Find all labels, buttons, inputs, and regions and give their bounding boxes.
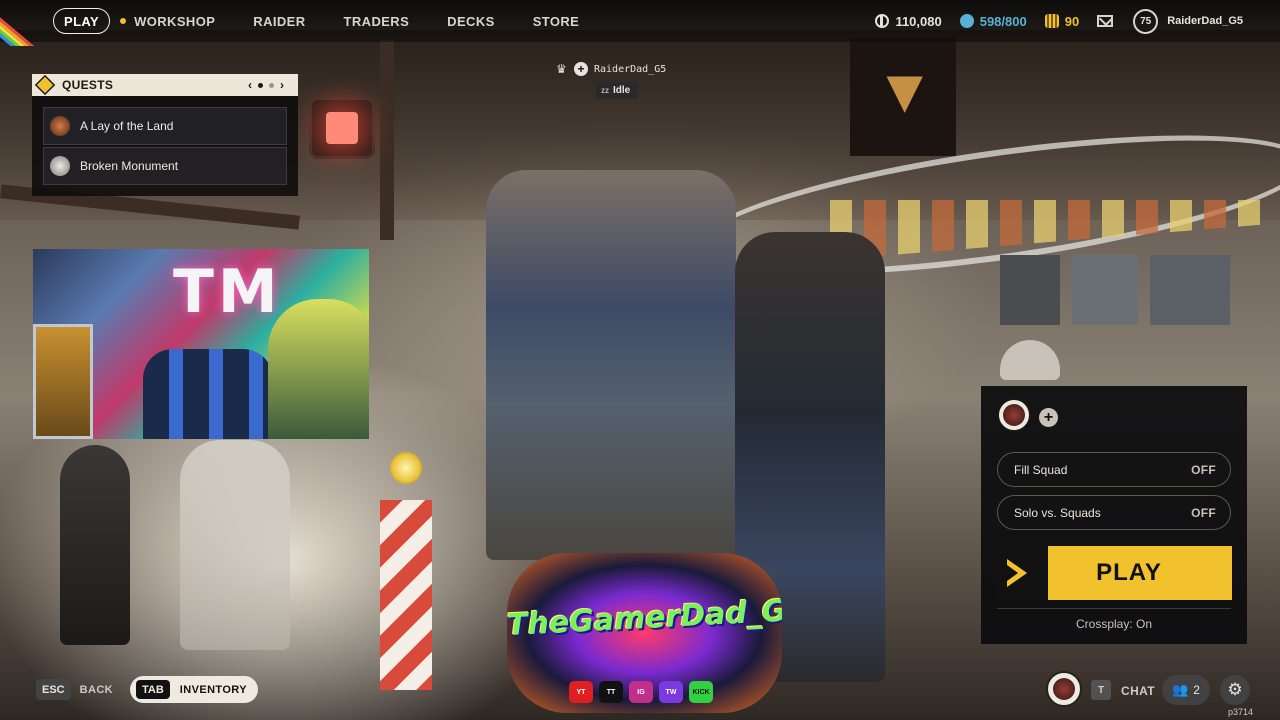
coins-value: 110,080: [895, 13, 942, 29]
scene-lamp: [390, 452, 422, 484]
friends-button[interactable]: 👥 2: [1162, 675, 1210, 705]
quest-giver-avatar: [50, 116, 70, 136]
inventory-button[interactable]: TAB INVENTORY: [130, 676, 258, 703]
nav-tab-raider[interactable]: RAIDER: [234, 8, 324, 34]
add-squad-member-button[interactable]: +: [1039, 408, 1058, 427]
key-t: T: [1091, 680, 1111, 700]
quest-item[interactable]: A Lay of the Land: [43, 107, 287, 145]
background-figure: [60, 445, 130, 645]
webcam-overlay: TM: [33, 249, 369, 439]
raider-character: [486, 170, 736, 560]
divider: [997, 608, 1231, 609]
webcam-streamer: [268, 299, 369, 439]
play-button-label: PLAY: [1096, 559, 1162, 586]
player-nameplate: ♛ + RaiderDad_G5 zz Idle: [556, 62, 666, 99]
quests-pager: ‹ ›: [248, 78, 284, 92]
tiktok-icon: TT: [599, 681, 623, 703]
quests-header: QUESTS ‹ ›: [32, 74, 298, 96]
inventory-label: INVENTORY: [179, 683, 247, 696]
quest-label: A Lay of the Land: [80, 119, 174, 133]
profile-avatar[interactable]: [1046, 671, 1082, 707]
scene-striped-post: [380, 500, 432, 690]
kick-icon: KICK: [689, 681, 713, 703]
sleep-icon: zz: [601, 86, 609, 95]
nav-tab-store[interactable]: STORE: [514, 8, 599, 34]
crossplay-status: Crossplay: On: [1075, 617, 1153, 631]
scene-arrow-sign: [850, 38, 956, 156]
invite-plus-icon[interactable]: +: [574, 62, 588, 76]
build-version: p3714: [1228, 707, 1254, 717]
background-figure: [1000, 340, 1060, 380]
solo-vs-squads-toggle[interactable]: Solo vs. Squads OFF: [997, 495, 1231, 530]
player-level-badge[interactable]: 75: [1133, 8, 1159, 34]
squad-leader-avatar[interactable]: [997, 398, 1031, 432]
coin-icon: [875, 14, 890, 28]
nav-tab-workshop[interactable]: WORKSHOP: [120, 8, 234, 34]
chevron-right-icon[interactable]: ›: [280, 78, 284, 92]
token-icon: [1044, 14, 1059, 28]
social-icons: YT TT IG TW KICK: [569, 681, 713, 703]
chevron-left-icon[interactable]: ‹: [248, 78, 252, 92]
streamer-logo-overlay: TheGamerDad_G5 YT TT IG TW KICK: [507, 553, 782, 713]
profile-username[interactable]: RaiderDad_G5: [1167, 15, 1243, 27]
toggle-value: OFF: [1191, 462, 1216, 477]
mail-icon[interactable]: [1097, 15, 1114, 27]
back-label: BACK: [79, 683, 114, 696]
player-status-badge: zz Idle: [596, 82, 638, 99]
quest-label: Broken Monument: [80, 159, 179, 173]
scene-monitors: [1000, 255, 1230, 325]
play-button[interactable]: PLAY: [997, 546, 1232, 600]
friends-count: 2: [1193, 683, 1200, 697]
crown-icon: ♛: [556, 62, 567, 76]
background-figure: [180, 440, 290, 650]
play-panel: + Fill Squad OFF Solo vs. Squads OFF PLA…: [981, 386, 1247, 644]
toggle-label: Fill Squad: [1014, 462, 1068, 477]
webcam-monitor: [33, 324, 93, 439]
scene-red-light: [312, 100, 372, 156]
quest-item[interactable]: Broken Monument: [43, 147, 287, 185]
scene-beam: [380, 40, 394, 240]
tokens-balance[interactable]: 90: [1044, 13, 1080, 29]
webcam-hat-wall: [143, 349, 273, 439]
instagram-icon: IG: [629, 681, 653, 703]
player-status: Idle: [613, 85, 631, 96]
quests-panel: QUESTS ‹ › A Lay of the Land Broken Monu…: [32, 74, 298, 196]
logo-text: TheGamerDad_G5: [507, 592, 782, 644]
currency-bar: 110,080 598/800 90 75 RaiderDad_G5: [875, 0, 1280, 42]
credits-balance[interactable]: 598/800: [959, 13, 1027, 29]
key-tab: TAB: [136, 680, 170, 699]
quest-diamond-icon: [34, 74, 56, 96]
nav-tab-traders[interactable]: TRADERS: [325, 8, 429, 34]
youtube-icon: YT: [569, 681, 593, 703]
quests-title: QUESTS: [62, 78, 114, 92]
coins-balance[interactable]: 110,080: [875, 13, 942, 29]
main-nav: PLAY WORKSHOP RAIDER TRADERS DECKS STORE: [53, 8, 598, 34]
back-hint[interactable]: ESC BACK: [36, 679, 113, 700]
avatar-emblem: [1053, 678, 1075, 700]
credits-value: 598/800: [979, 13, 1027, 29]
player-name: RaiderDad_G5: [594, 63, 667, 75]
friends-icon: 👥: [1172, 682, 1189, 697]
page-dot: [269, 82, 274, 88]
tokens-value: 90: [1064, 13, 1080, 29]
page-dot-active: [258, 82, 263, 88]
nav-tab-label: WORKSHOP: [134, 13, 216, 29]
rainbow-corner-decoration: [0, 0, 44, 46]
play-chevron-icon: [997, 546, 1048, 600]
fill-squad-toggle[interactable]: Fill Squad OFF: [997, 452, 1231, 487]
gear-icon[interactable]: ⚙: [1220, 675, 1250, 705]
quest-giver-avatar: [50, 156, 70, 176]
key-esc: ESC: [36, 679, 71, 700]
top-nav-bar: PLAY WORKSHOP RAIDER TRADERS DECKS STORE…: [0, 0, 1280, 46]
twitch-icon: TW: [659, 681, 683, 703]
webcam-neon-sign: TM: [173, 257, 282, 327]
toggle-value: OFF: [1191, 505, 1216, 520]
nav-tab-decks[interactable]: DECKS: [428, 8, 514, 34]
chat-button[interactable]: CHAT: [1121, 684, 1155, 698]
avatar-emblem: [1003, 404, 1025, 426]
nav-tab-play[interactable]: PLAY: [53, 8, 111, 34]
toggle-label: Solo vs. Squads: [1014, 505, 1101, 520]
notification-dot-icon: [120, 18, 127, 24]
credits-icon: [959, 14, 974, 28]
